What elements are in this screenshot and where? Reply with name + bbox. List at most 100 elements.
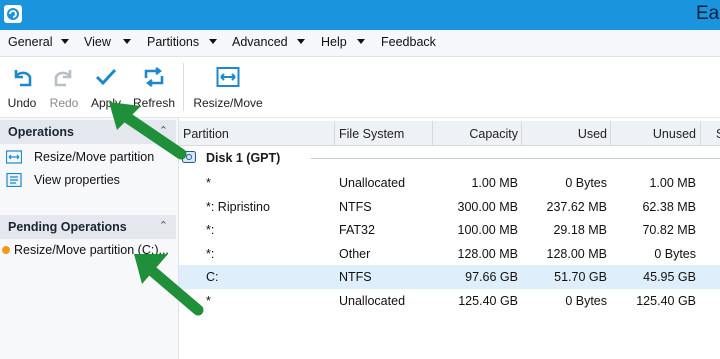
properties-icon: [6, 173, 22, 187]
operations-title: Operations: [8, 125, 74, 139]
cell-partition: *: [206, 294, 211, 308]
chevron-down-icon[interactable]: [297, 39, 305, 44]
disk-group-row[interactable]: Disk 1 (GPT): [179, 147, 720, 169]
table-row[interactable]: *: Ripristino NTFS 300.00 MB 237.62 MB 62.38…: [179, 195, 720, 219]
cell-partition: C:: [206, 270, 219, 285]
apply-label: Apply: [90, 96, 122, 110]
refresh-button[interactable]: Refresh: [128, 57, 180, 115]
pending-operations-header[interactable]: Pending Operations ⌃: [0, 215, 176, 239]
chevron-down-icon[interactable]: [357, 39, 365, 44]
refresh-icon: [144, 67, 164, 87]
resize-move-icon: [216, 67, 240, 87]
disk-label: Disk 1 (GPT): [206, 151, 281, 165]
column-divider[interactable]: [700, 121, 701, 145]
column-used[interactable]: Used: [578, 127, 607, 141]
operation-resize-move[interactable]: Resize/Move partition: [6, 148, 176, 168]
cell-unused: 125.40 GB: [636, 294, 696, 308]
table-row[interactable]: C: NTFS 97.66 GB 51.70 GB 45.95 GB: [179, 265, 720, 290]
cell-used: 0 Bytes: [565, 176, 607, 190]
cell-used: 51.70 GB: [554, 270, 607, 285]
operation-view-properties[interactable]: View properties: [6, 171, 176, 191]
menu-help[interactable]: Help: [321, 35, 347, 49]
menu-feedback[interactable]: Feedback: [381, 35, 436, 49]
disk-icon: [182, 151, 196, 163]
table-row[interactable]: *: Other 128.00 MB 128.00 MB 0 Bytes: [179, 242, 720, 266]
cell-capacity: 125.40 GB: [458, 294, 518, 308]
warning-dot-icon: [2, 246, 10, 254]
chevron-down-icon[interactable]: [61, 39, 69, 44]
column-status[interactable]: S: [716, 127, 720, 141]
checkmark-icon: [95, 68, 117, 86]
cell-used: 237.62 MB: [546, 199, 607, 214]
cell-unused: 70.82 MB: [642, 223, 696, 238]
cell-capacity: 128.00 MB: [457, 246, 518, 261]
menu-bar: General View Partitions Advanced Help Fe…: [0, 30, 720, 57]
table-row[interactable]: * Unallocated 125.40 GB 0 Bytes 125.40 GB: [179, 289, 720, 313]
chevron-down-icon[interactable]: [123, 39, 131, 44]
column-capacity[interactable]: Capacity: [469, 127, 518, 141]
collapse-icon[interactable]: ⌃: [159, 124, 168, 137]
redo-icon: [54, 70, 72, 87]
cell-capacity: 100.00 MB: [457, 223, 518, 238]
redo-label: Redo: [49, 96, 79, 110]
resize-move-label: Resize/Move: [193, 96, 263, 110]
toolbar-separator: [183, 63, 184, 111]
title-bar: Eas: [0, 0, 720, 30]
toolbar: Undo Redo Apply Refresh Resize/Move: [0, 57, 720, 118]
table-row[interactable]: *: FAT32 100.00 MB 29.18 MB 70.82 MB: [179, 218, 720, 242]
cell-partition: *:: [206, 223, 215, 238]
menu-view[interactable]: View: [84, 35, 111, 49]
cell-unused: 45.95 GB: [643, 270, 696, 285]
cell-file-system: Unallocated: [339, 176, 406, 190]
menu-partitions[interactable]: Partitions: [147, 35, 199, 49]
collapse-icon[interactable]: ⌃: [159, 219, 168, 232]
menu-advanced[interactable]: Advanced: [232, 35, 288, 49]
cell-capacity: 97.66 GB: [465, 270, 518, 285]
cell-used: 128.00 MB: [546, 246, 607, 261]
cell-file-system: NTFS: [339, 199, 372, 214]
pending-operation-label: Resize/Move partition (C:)...: [14, 243, 169, 257]
undo-icon: [14, 70, 32, 87]
window-title: Eas: [696, 3, 720, 24]
column-partition[interactable]: Partition: [183, 127, 229, 141]
resize-move-button[interactable]: Resize/Move: [190, 57, 266, 115]
cell-partition: *: [206, 176, 211, 190]
chevron-down-icon[interactable]: [209, 39, 217, 44]
cell-unused: 62.38 MB: [642, 199, 696, 214]
apply-button[interactable]: Apply: [86, 57, 126, 115]
undo-button[interactable]: Undo: [2, 57, 42, 115]
operation-label: Resize/Move partition: [34, 150, 155, 164]
column-divider[interactable]: [610, 121, 611, 145]
column-divider[interactable]: [334, 121, 335, 145]
refresh-label: Refresh: [132, 96, 176, 110]
operation-label: View properties: [34, 173, 120, 187]
table-row[interactable]: * Unallocated 1.00 MB 0 Bytes 1.00 MB: [179, 171, 720, 195]
side-panel: Operations ⌃ Resize/Move partition View …: [0, 118, 179, 359]
operations-header[interactable]: Operations ⌃: [0, 120, 176, 144]
cell-capacity: 300.00 MB: [457, 199, 518, 214]
pending-operations-title: Pending Operations: [8, 220, 127, 234]
column-divider[interactable]: [521, 121, 522, 145]
app-logo-icon: [4, 5, 22, 23]
resize-move-icon: [6, 150, 22, 164]
partition-table: Partition File System Capacity Used Unus…: [179, 118, 720, 359]
cell-used: 0 Bytes: [565, 294, 607, 308]
table-header: Partition File System Capacity Used Unus…: [179, 121, 720, 146]
column-divider[interactable]: [432, 121, 433, 145]
cell-used: 29.18 MB: [553, 223, 607, 238]
cell-file-system: NTFS: [339, 270, 372, 285]
column-unused[interactable]: Unused: [653, 127, 696, 141]
column-file-system[interactable]: File System: [339, 127, 404, 141]
redo-button[interactable]: Redo: [44, 57, 84, 115]
divider: [311, 158, 720, 159]
cell-unused: 1.00 MB: [649, 176, 696, 190]
cell-capacity: 1.00 MB: [471, 176, 518, 190]
cell-partition: *: Ripristino: [206, 199, 270, 214]
cell-partition: *:: [206, 246, 215, 261]
menu-general[interactable]: General: [8, 35, 52, 49]
cell-file-system: FAT32: [339, 223, 375, 238]
cell-file-system: Unallocated: [339, 294, 406, 308]
cell-unused: 0 Bytes: [654, 246, 696, 261]
cell-file-system: Other: [339, 246, 371, 261]
undo-label: Undo: [7, 96, 37, 110]
